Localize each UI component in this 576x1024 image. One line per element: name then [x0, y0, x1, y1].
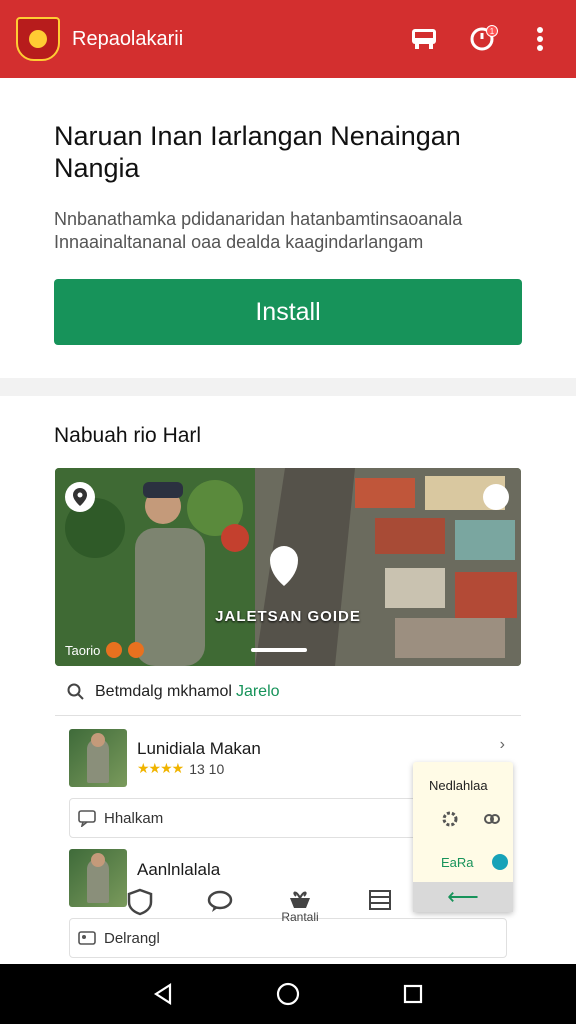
app-title: Repaolakarii	[72, 27, 184, 50]
app-bar: Repaolakarii 1	[0, 0, 576, 78]
media-caption: JALETSAN GOIDE	[215, 608, 361, 625]
search-bar[interactable]: Betmdalg mkhamol Jarelo	[55, 668, 521, 716]
settings-icon[interactable]	[483, 484, 509, 510]
gallery-icon	[78, 931, 96, 945]
tab-chat[interactable]	[190, 888, 250, 916]
popover-menu[interactable]: Nedlahlaa EaRa ⟵	[413, 762, 513, 912]
tab-shield[interactable]	[110, 888, 170, 916]
chat-bubble-icon	[207, 890, 233, 912]
popover-icons	[441, 810, 501, 828]
back-icon[interactable]	[141, 972, 185, 1016]
item-title: Aanlnlalala	[137, 860, 221, 879]
chevron-right-icon[interactable]: ›	[500, 736, 505, 754]
chat-icon	[78, 810, 96, 827]
item-title: Lunidiala Makan	[137, 739, 261, 758]
tab-list[interactable]	[350, 888, 410, 912]
section-title: Nabuah rio Harl	[54, 424, 202, 447]
install-description: Nnbanathamka pdidanaridan hatanbamtinsao…	[54, 209, 463, 252]
tab-gift[interactable]: Rantali	[270, 888, 330, 924]
item-meta-text: 13 10	[189, 760, 225, 777]
search-text: Betmdalg mkhamol	[95, 682, 232, 700]
system-nav-bar	[0, 964, 576, 1024]
popover-rating[interactable]: EaRa	[441, 854, 508, 870]
popover-rate-label: EaRa	[441, 854, 474, 870]
location-pin-icon[interactable]	[65, 482, 95, 512]
link-icon[interactable]	[483, 810, 501, 828]
tab-label: Rantali	[281, 910, 319, 924]
item-meta: ★★★★ 13 10	[137, 760, 224, 777]
install-headline: Naruan Inan Iarlangan Nenaingan Nangia	[54, 121, 461, 183]
install-card: Naruan Inan Iarlangan Nenaingan Nangia N…	[0, 78, 576, 378]
app-logo[interactable]	[16, 17, 60, 61]
carousel-indicator	[251, 648, 307, 652]
featured-media[interactable]: JALETSAN GOIDE Taorio	[55, 468, 521, 666]
item-thumbnail	[69, 729, 127, 787]
check-icon	[491, 854, 508, 870]
search-accent: Jarelo	[235, 682, 280, 700]
home-icon[interactable]	[266, 972, 310, 1016]
notification-badge: 1	[486, 25, 498, 37]
media-footer: Taorio	[65, 642, 145, 658]
star-rating: ★★★★	[137, 760, 184, 776]
install-button[interactable]: Install	[54, 279, 522, 345]
subrow-label: Hhalkam	[104, 809, 164, 827]
timer-icon[interactable]: 1	[462, 19, 502, 59]
search-icon	[67, 683, 84, 700]
popover-title: Nedlahlaa	[429, 778, 488, 793]
gift-icon	[290, 891, 310, 908]
recents-icon[interactable]	[391, 972, 435, 1016]
gear-icon[interactable]	[441, 810, 459, 828]
flag-icon	[128, 642, 145, 658]
fire-icon	[106, 642, 123, 658]
list-icon	[369, 890, 391, 910]
bus-icon[interactable]	[404, 19, 444, 59]
arrow-left-icon[interactable]: ⟵	[413, 882, 513, 912]
more-vert-icon[interactable]	[520, 19, 560, 59]
media-footer-text: Taorio	[65, 642, 101, 658]
shield-icon	[127, 888, 153, 916]
bottom-tab-bar: Rantali	[110, 884, 410, 944]
